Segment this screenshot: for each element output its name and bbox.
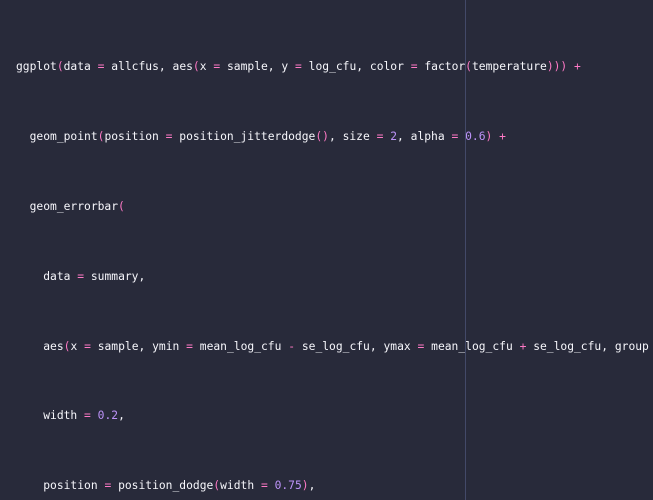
column-ruler-guide	[465, 0, 466, 500]
code-line[interactable]: width = 0.2,	[16, 407, 653, 424]
code-line[interactable]: geom_errorbar(	[16, 198, 653, 215]
code-line[interactable]: ggplot(data = allcfus, aes(x = sample, y…	[16, 58, 653, 75]
code-editor-pane[interactable]: ggplot(data = allcfus, aes(x = sample, y…	[0, 0, 653, 500]
code-line[interactable]: aes(x = sample, ymin = mean_log_cfu - se…	[16, 338, 653, 355]
code-line[interactable]: position = position_dodge(width = 0.75),	[16, 477, 653, 494]
code-line[interactable]: data = summary,	[16, 268, 653, 285]
code-content[interactable]: ggplot(data = allcfus, aes(x = sample, y…	[0, 6, 653, 500]
code-line[interactable]: geom_point(position = position_jitterdod…	[16, 128, 653, 145]
